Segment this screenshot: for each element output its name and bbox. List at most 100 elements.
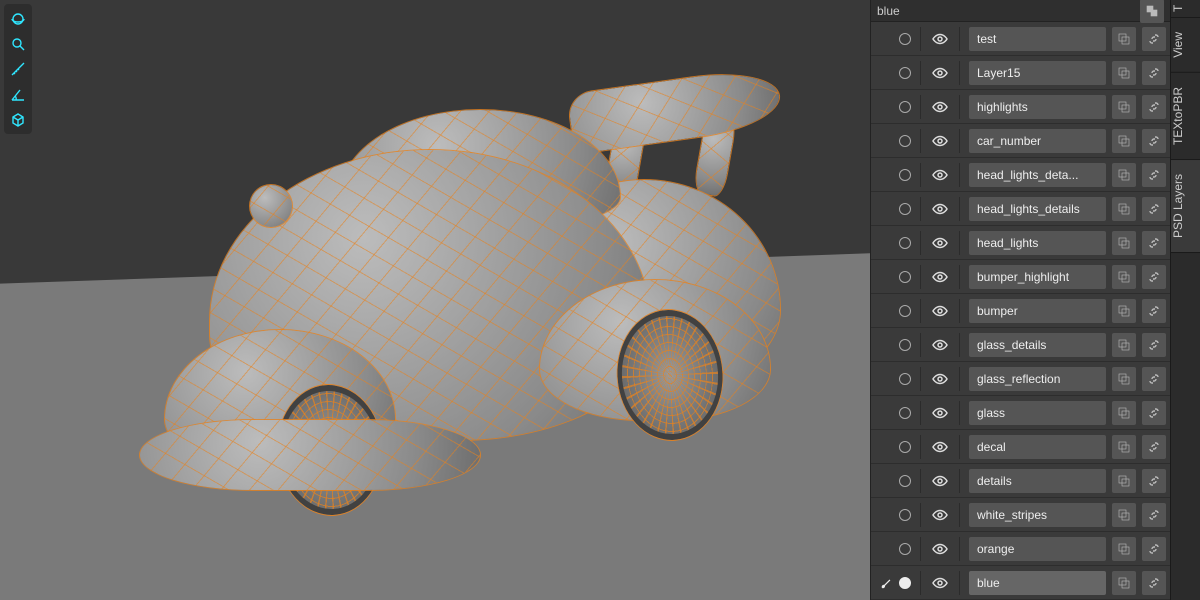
car-mesh[interactable]	[140, 80, 790, 510]
layer-name[interactable]: details	[969, 469, 1106, 493]
layer-link-button[interactable]	[1142, 333, 1166, 357]
protractor-tool[interactable]	[6, 82, 30, 106]
visibility-toggle[interactable]	[930, 199, 950, 219]
layer-name[interactable]: Layer15	[969, 61, 1106, 85]
layer-row[interactable]: glass	[871, 396, 1170, 430]
visibility-toggle[interactable]	[930, 131, 950, 151]
layer-select-ring[interactable]	[899, 509, 911, 521]
layer-copy-button[interactable]	[1112, 163, 1136, 187]
visibility-toggle[interactable]	[930, 335, 950, 355]
layer-select-ring[interactable]	[899, 135, 911, 147]
layer-link-button[interactable]	[1142, 265, 1166, 289]
tab-psd-layers[interactable]: PSD Layers	[1171, 160, 1200, 253]
layer-name[interactable]: car_number	[969, 129, 1106, 153]
zoom-tool[interactable]	[6, 32, 30, 56]
layer-link-button[interactable]	[1142, 163, 1166, 187]
layer-name[interactable]: glass_details	[969, 333, 1106, 357]
layer-name[interactable]: head_lights_deta...	[969, 163, 1106, 187]
layer-select-ring[interactable]	[899, 543, 911, 555]
layer-row[interactable]: head_lights	[871, 226, 1170, 260]
layer-select-ring[interactable]	[899, 441, 911, 453]
layer-link-button[interactable]	[1142, 469, 1166, 493]
layer-select-ring[interactable]	[899, 169, 911, 181]
layer-select-ring[interactable]	[899, 203, 911, 215]
layer-select-ring[interactable]	[899, 101, 911, 113]
visibility-toggle[interactable]	[930, 29, 950, 49]
layer-link-button[interactable]	[1142, 537, 1166, 561]
layer-select-ring[interactable]	[899, 475, 911, 487]
visibility-toggle[interactable]	[930, 471, 950, 491]
tab-textopbr[interactable]: TEXtoPBR	[1171, 73, 1200, 160]
visibility-toggle[interactable]	[930, 573, 950, 593]
layer-row[interactable]: head_lights_details	[871, 192, 1170, 226]
layer-list[interactable]: test Layer15	[871, 22, 1170, 600]
layer-name[interactable]: decal	[969, 435, 1106, 459]
layer-copy-button[interactable]	[1112, 435, 1136, 459]
layer-name[interactable]: blue	[969, 571, 1106, 595]
layer-name[interactable]: glass_reflection	[969, 367, 1106, 391]
add-cube-tool[interactable]	[6, 107, 30, 131]
layer-copy-button[interactable]	[1112, 571, 1136, 595]
visibility-toggle[interactable]	[930, 437, 950, 457]
layer-name[interactable]: test	[969, 27, 1106, 51]
layer-copy-button[interactable]	[1112, 537, 1136, 561]
layer-link-button[interactable]	[1142, 503, 1166, 527]
visibility-toggle[interactable]	[930, 267, 950, 287]
visibility-toggle[interactable]	[930, 97, 950, 117]
layer-copy-button[interactable]	[1112, 333, 1136, 357]
layer-copy-button[interactable]	[1112, 95, 1136, 119]
layer-row[interactable]: test	[871, 22, 1170, 56]
layer-copy-button[interactable]	[1112, 367, 1136, 391]
layer-select-ring[interactable]	[899, 577, 911, 589]
layer-row[interactable]: head_lights_deta...	[871, 158, 1170, 192]
layer-copy-button[interactable]	[1112, 265, 1136, 289]
layer-name[interactable]: head_lights	[969, 231, 1106, 255]
layer-link-button[interactable]	[1142, 435, 1166, 459]
layer-row[interactable]: decal	[871, 430, 1170, 464]
layer-link-button[interactable]	[1142, 231, 1166, 255]
layer-select-ring[interactable]	[899, 373, 911, 385]
layer-name[interactable]: head_lights_details	[969, 197, 1106, 221]
layer-link-button[interactable]	[1142, 367, 1166, 391]
layer-row[interactable]: bumper_highlight	[871, 260, 1170, 294]
layer-name[interactable]: highlights	[969, 95, 1106, 119]
tab-view[interactable]: View	[1171, 18, 1200, 73]
visibility-toggle[interactable]	[930, 539, 950, 559]
layer-link-button[interactable]	[1142, 95, 1166, 119]
layer-row[interactable]: details	[871, 464, 1170, 498]
layer-select-ring[interactable]	[899, 339, 911, 351]
layer-copy-button[interactable]	[1112, 231, 1136, 255]
layer-link-button[interactable]	[1142, 299, 1166, 323]
layer-copy-button[interactable]	[1112, 61, 1136, 85]
panel-menu-button[interactable]	[1140, 0, 1164, 23]
layer-link-button[interactable]	[1142, 27, 1166, 51]
layer-link-button[interactable]	[1142, 401, 1166, 425]
visibility-toggle[interactable]	[930, 233, 950, 253]
layer-select-ring[interactable]	[899, 237, 911, 249]
layer-row[interactable]: white_stripes	[871, 498, 1170, 532]
layer-copy-button[interactable]	[1112, 129, 1136, 153]
layer-row[interactable]: blue	[871, 566, 1170, 600]
ruler-tool[interactable]	[6, 57, 30, 81]
visibility-toggle[interactable]	[930, 403, 950, 423]
layer-select-ring[interactable]	[899, 407, 911, 419]
visibility-toggle[interactable]	[930, 505, 950, 525]
layer-link-button[interactable]	[1142, 197, 1166, 221]
layer-row[interactable]: car_number	[871, 124, 1170, 158]
layer-name[interactable]: bumper	[969, 299, 1106, 323]
layer-name[interactable]: bumper_highlight	[969, 265, 1106, 289]
layer-link-button[interactable]	[1142, 61, 1166, 85]
layer-select-ring[interactable]	[899, 271, 911, 283]
layer-name[interactable]: white_stripes	[969, 503, 1106, 527]
layer-copy-button[interactable]	[1112, 299, 1136, 323]
layer-copy-button[interactable]	[1112, 401, 1136, 425]
layer-name[interactable]: glass	[969, 401, 1106, 425]
layer-copy-button[interactable]	[1112, 503, 1136, 527]
layer-copy-button[interactable]	[1112, 469, 1136, 493]
layer-select-ring[interactable]	[899, 33, 911, 45]
layer-select-ring[interactable]	[899, 305, 911, 317]
layer-row[interactable]: Layer15	[871, 56, 1170, 90]
visibility-toggle[interactable]	[930, 301, 950, 321]
layer-copy-button[interactable]	[1112, 27, 1136, 51]
tab-partial[interactable]: T	[1171, 0, 1200, 18]
